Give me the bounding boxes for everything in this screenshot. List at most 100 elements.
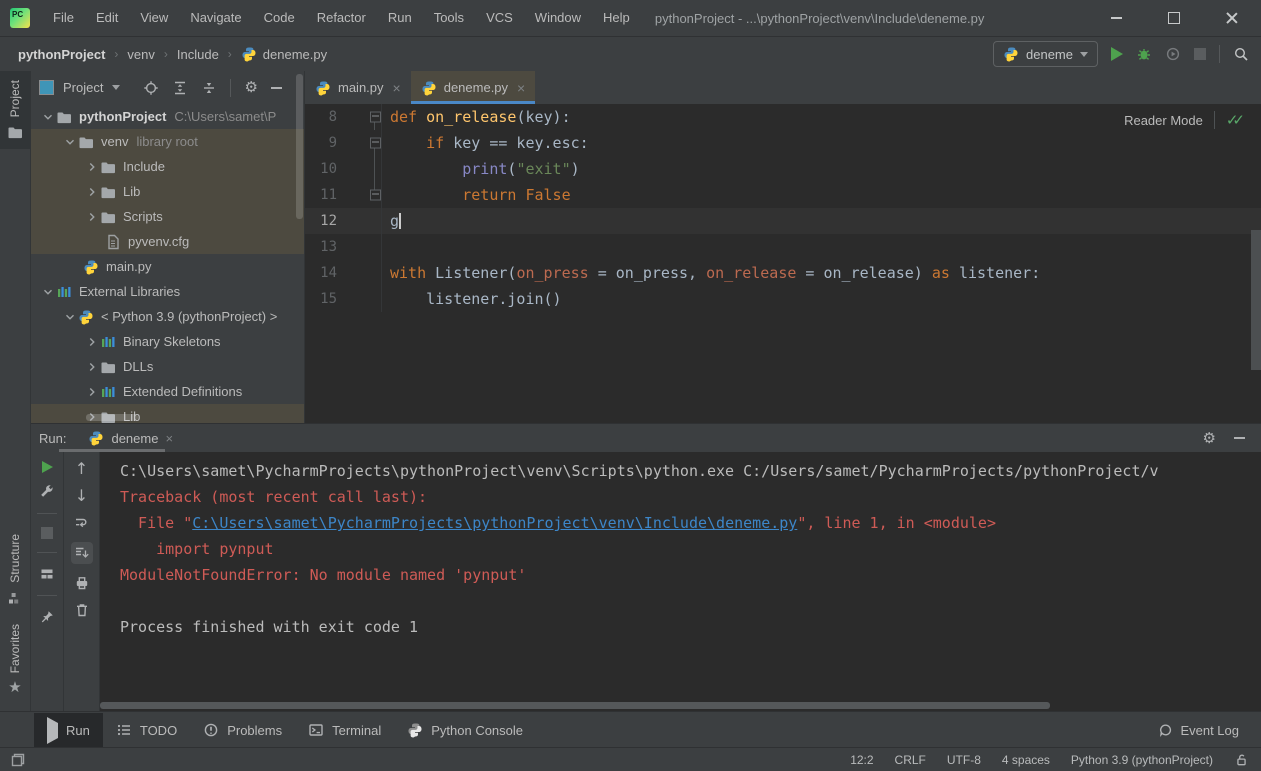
breadcrumb-item[interactable]: Include xyxy=(177,47,219,62)
encoding-widget[interactable]: UTF-8 xyxy=(947,753,981,767)
line-separator-widget[interactable]: CRLF xyxy=(895,753,926,767)
scroll-to-end-button[interactable] xyxy=(71,542,93,564)
soft-wrap-button[interactable] xyxy=(74,515,90,531)
hide-panel-button[interactable] xyxy=(271,87,282,89)
code-line-15[interactable]: 15 listener.join() xyxy=(305,286,1261,312)
menu-help[interactable]: Help xyxy=(592,0,641,36)
toolwindow-button-terminal[interactable]: Terminal xyxy=(295,713,394,748)
code-line-14[interactable]: 14 with Listener(on_press = on_press, on… xyxy=(305,260,1261,286)
code-line-12[interactable]: 12 g xyxy=(305,208,1261,234)
debug-button[interactable] xyxy=(1136,46,1152,62)
code-line-11[interactable]: 11 return False xyxy=(305,182,1261,208)
hide-panel-button[interactable] xyxy=(1234,437,1245,439)
up-stacktrace-button[interactable]: ↑ xyxy=(75,461,88,477)
chevron-right-icon[interactable] xyxy=(83,160,100,174)
tree-item-binary-skeletons[interactable]: Binary Skeletons xyxy=(31,329,304,354)
stop-button[interactable] xyxy=(1194,48,1206,60)
toolwindow-button-run[interactable]: Run xyxy=(34,713,103,748)
select-opened-file-button[interactable] xyxy=(143,80,159,96)
tree-item-scripts[interactable]: Scripts xyxy=(31,204,304,229)
editor-tab-deneme-py[interactable]: deneme.py × xyxy=(411,71,536,104)
chevron-down-icon[interactable] xyxy=(61,135,78,149)
close-icon[interactable]: × xyxy=(393,80,401,96)
tree-item-lib[interactable]: Lib xyxy=(31,179,304,204)
run-button[interactable] xyxy=(1111,47,1123,61)
stop-button[interactable] xyxy=(41,527,53,539)
clear-all-button[interactable] xyxy=(74,602,90,618)
fold-marker-icon[interactable] xyxy=(370,112,381,123)
run-tab-deneme[interactable]: deneme × xyxy=(80,430,181,446)
chevron-right-icon[interactable] xyxy=(83,210,100,224)
stripe-button-project[interactable]: Project xyxy=(0,71,30,149)
tree-item-pythonproject[interactable]: pythonProjectC:\Users\samet\P xyxy=(31,104,304,129)
rerun-button[interactable] xyxy=(42,461,53,473)
code-line-8[interactable]: 8 def on_release(key): xyxy=(305,104,1261,130)
tree-item-venv[interactable]: venvlibrary root xyxy=(31,129,304,154)
close-icon[interactable]: × xyxy=(517,80,525,96)
chevron-right-icon[interactable] xyxy=(83,360,100,374)
indent-widget[interactable]: 4 spaces xyxy=(1002,753,1050,767)
console-file-link[interactable]: C:\Users\samet\PycharmProjects\pythonPro… xyxy=(192,514,797,532)
editor-vertical-scrollbar[interactable] xyxy=(1251,230,1261,370)
restore-layout-button[interactable] xyxy=(39,566,55,582)
fold-marker-icon[interactable] xyxy=(370,190,381,201)
chevron-right-icon[interactable] xyxy=(83,335,100,349)
tree-item-external-libraries[interactable]: External Libraries xyxy=(31,279,304,304)
code-line-10[interactable]: 10 print("exit") xyxy=(305,156,1261,182)
edit-configuration-button[interactable] xyxy=(39,484,55,500)
editor-tab-main-py[interactable]: main.py × xyxy=(305,71,411,104)
tree-item-lib[interactable]: Lib xyxy=(31,404,304,423)
run-configuration-select[interactable]: deneme xyxy=(993,41,1098,67)
print-button[interactable] xyxy=(74,575,90,591)
fold-marker-icon[interactable] xyxy=(370,138,381,149)
chevron-down-icon[interactable] xyxy=(61,310,78,324)
breadcrumb-item[interactable]: venv xyxy=(127,47,154,62)
interpreter-widget[interactable]: Python 3.9 (pythonProject) xyxy=(1071,753,1213,767)
collapse-all-button[interactable] xyxy=(201,80,217,96)
menu-run[interactable]: Run xyxy=(377,0,423,36)
menu-edit[interactable]: Edit xyxy=(85,0,129,36)
tree-item-extended-definitions[interactable]: Extended Definitions xyxy=(31,379,304,404)
close-button[interactable] xyxy=(1203,0,1261,36)
chevron-right-icon[interactable] xyxy=(83,385,100,399)
menu-code[interactable]: Code xyxy=(253,0,306,36)
gear-icon[interactable]: ⚙ xyxy=(244,80,257,95)
stripe-button-structure[interactable]: Structure xyxy=(0,525,30,615)
project-panel-title[interactable]: Project xyxy=(63,80,103,95)
caret-position-widget[interactable]: 12:2 xyxy=(850,753,873,767)
tree-item-main-py[interactable]: main.py xyxy=(31,254,304,279)
code-line-9[interactable]: 9 if key == key.esc: xyxy=(305,130,1261,156)
project-vertical-scrollbar[interactable] xyxy=(296,74,303,219)
minimize-button[interactable] xyxy=(1087,0,1145,36)
menu-file[interactable]: File xyxy=(42,0,85,36)
menu-tools[interactable]: Tools xyxy=(423,0,475,36)
lock-icon[interactable] xyxy=(1234,752,1249,767)
toolwindow-button-todo[interactable]: TODO xyxy=(103,713,190,748)
chevron-down-icon[interactable] xyxy=(39,285,56,299)
console-horizontal-scrollbar[interactable] xyxy=(100,702,1050,709)
toolwindow-switcher-icon[interactable] xyxy=(10,752,26,768)
tree-item-pyvenv-cfg[interactable]: pyvenv.cfg xyxy=(31,229,304,254)
chevron-down-icon[interactable] xyxy=(39,110,56,124)
menu-vcs[interactable]: VCS xyxy=(475,0,524,36)
maximize-button[interactable] xyxy=(1145,0,1203,36)
pin-tab-button[interactable] xyxy=(39,609,55,625)
run-with-coverage-button[interactable] xyxy=(1165,46,1181,62)
reader-mode-badge[interactable]: Reader Mode ✓✓ xyxy=(1124,111,1245,129)
close-icon[interactable]: × xyxy=(165,431,173,446)
project-horizontal-scrollbar[interactable] xyxy=(86,414,138,421)
menu-window[interactable]: Window xyxy=(524,0,592,36)
menu-navigate[interactable]: Navigate xyxy=(179,0,252,36)
code-line-13[interactable]: 13 xyxy=(305,234,1261,260)
tree-item-dlls[interactable]: DLLs xyxy=(31,354,304,379)
menu-view[interactable]: View xyxy=(129,0,179,36)
breadcrumb-item[interactable]: pythonProject xyxy=(18,47,105,62)
menu-refactor[interactable]: Refactor xyxy=(306,0,377,36)
tree-item--lt-python-3-9-pythonproject-gt-[interactable]: < Python 3.9 (pythonProject) > xyxy=(31,304,304,329)
down-stacktrace-button[interactable]: ↓ xyxy=(75,488,88,504)
tree-item-include[interactable]: Include xyxy=(31,154,304,179)
event-log-button[interactable]: Event Log xyxy=(1157,722,1261,738)
chevron-right-icon[interactable] xyxy=(83,185,100,199)
toolwindow-button-python-console[interactable]: Python Console xyxy=(394,713,536,748)
run-console[interactable]: C:\Users\samet\PycharmProjects\pythonPro… xyxy=(100,452,1261,712)
